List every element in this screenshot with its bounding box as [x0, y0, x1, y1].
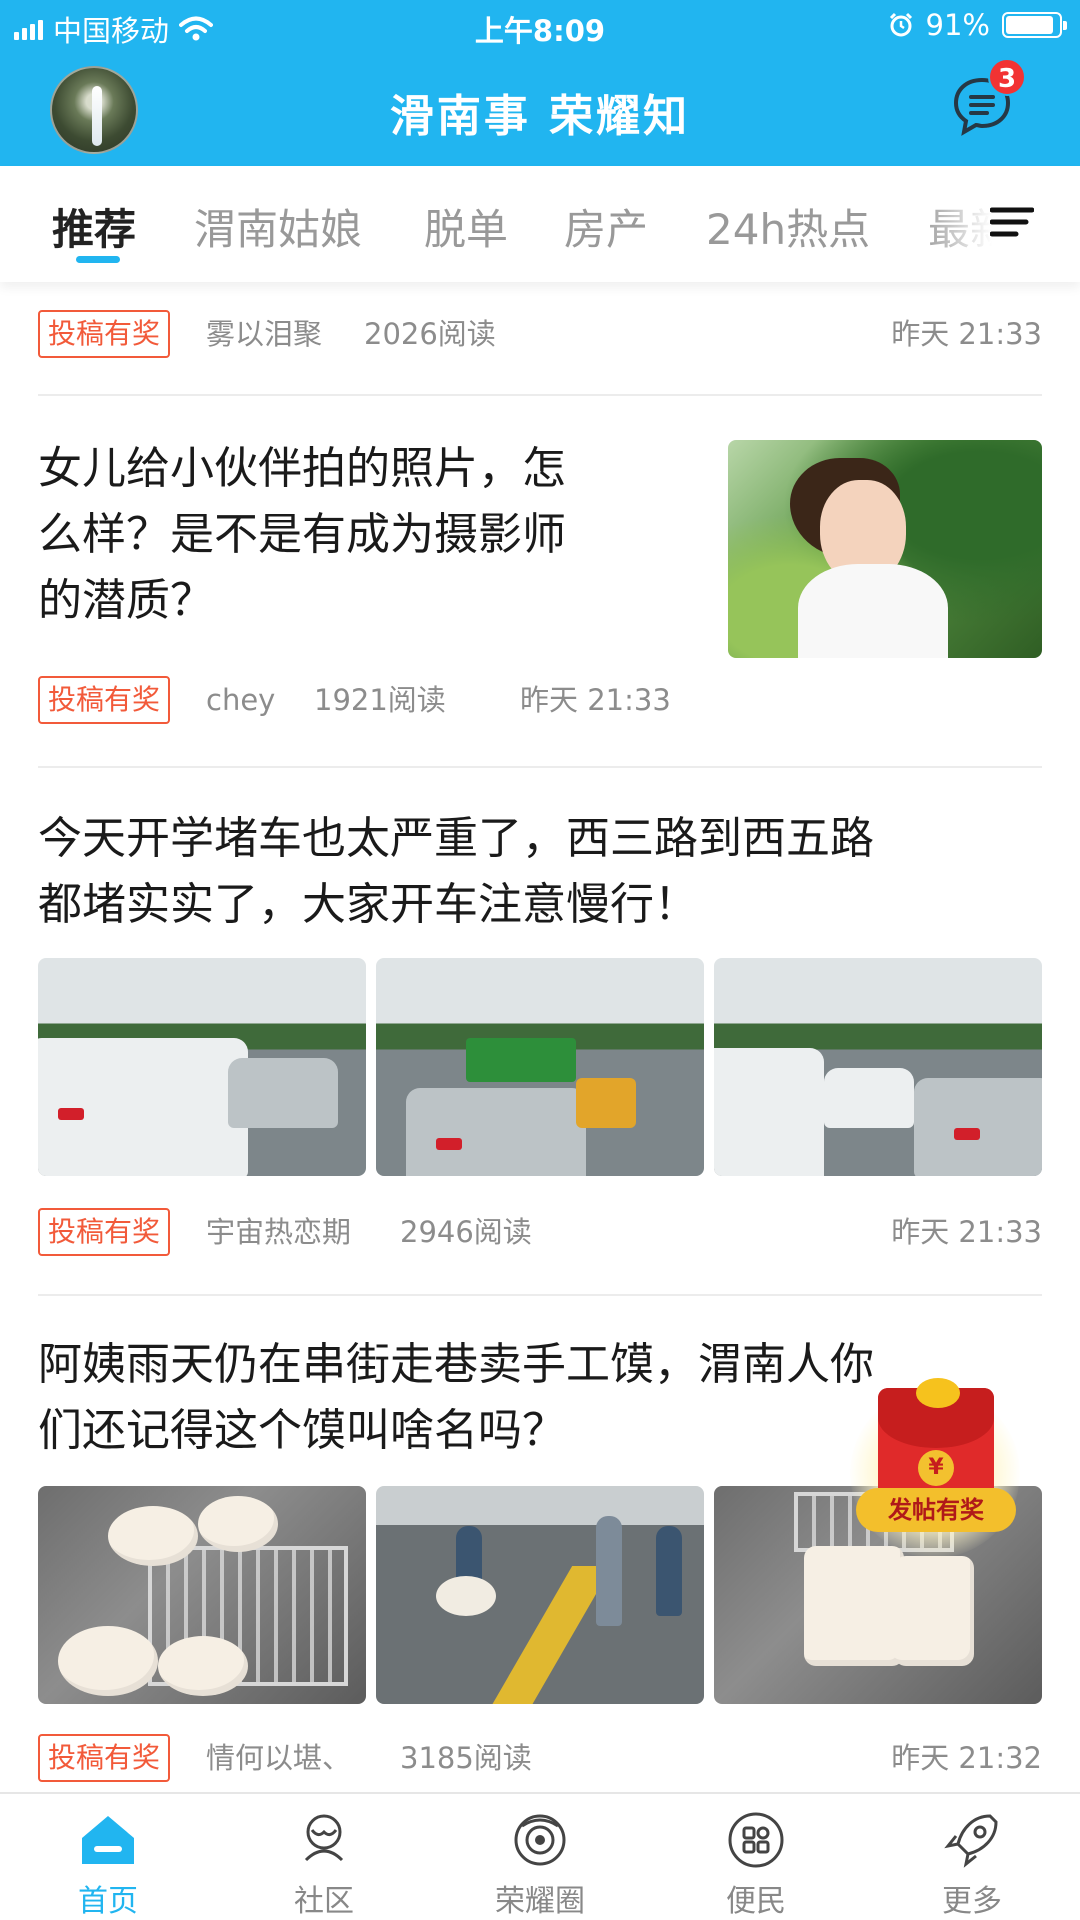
- tab-dating[interactable]: 脱单: [424, 196, 508, 257]
- post-time: 昨天 21:33: [891, 317, 1042, 351]
- post-reads: 1921阅读: [314, 683, 446, 717]
- reward-tag: 投稿有奖: [38, 676, 171, 724]
- yuan-icon: ¥: [918, 1450, 954, 1486]
- post-image[interactable]: [38, 958, 366, 1176]
- nav-label: 社区: [294, 1884, 354, 1919]
- coin-icon: [916, 1378, 960, 1408]
- post-author[interactable]: 情何以堪、: [206, 1734, 351, 1782]
- post-image[interactable]: [376, 1486, 704, 1704]
- alarm-icon: [889, 12, 912, 37]
- divider: [38, 394, 1042, 396]
- post-reads: 2946阅读: [400, 1215, 532, 1249]
- post-thumbnail[interactable]: [728, 440, 1042, 658]
- post-meta: 投稿有奖 雾以泪聚 2026阅读 昨天 21:33: [38, 310, 1042, 358]
- bottom-navigation: 首页 社区 荣耀圈 便民 更多: [0, 1792, 1080, 1920]
- nav-label: 首页: [78, 1884, 138, 1919]
- app-title: 滑南事 荣耀知: [389, 91, 691, 142]
- post-title-line: 都堵实实了，大家开车注意慢行！: [38, 879, 698, 930]
- active-tab-indicator: [76, 256, 120, 263]
- post-meta: 投稿有奖 情何以堪、 3185阅读 昨天 21:32: [38, 1734, 1042, 1782]
- tab-real-estate[interactable]: 房产: [564, 196, 648, 257]
- post-title-line: 今天开学堵车也太严重了，西三路到西五路: [38, 813, 874, 864]
- services-grid-icon: [728, 1812, 784, 1868]
- category-tabs: 推荐 渭南姑娘 脱单 房产 24h热点 最新: [0, 166, 1080, 282]
- post-time: 昨天 21:33: [520, 683, 671, 717]
- home-icon: [82, 1816, 134, 1864]
- post-title-line: 么样？是不是有成为摄影师: [38, 509, 566, 560]
- post-author[interactable]: chey: [206, 676, 275, 724]
- post-title-line: 的潜质？: [38, 575, 214, 626]
- post-reward-promo[interactable]: ¥ 发帖有奖: [850, 1378, 1020, 1558]
- circle-icon: [514, 1814, 566, 1866]
- post-time: 昨天 21:33: [891, 1215, 1042, 1249]
- status-bar: 中国移动 上午8:09 91%: [0, 0, 1080, 54]
- post-title-line: 女儿给小伙伴拍的照片，怎: [38, 443, 566, 494]
- post-image[interactable]: [376, 958, 704, 1176]
- nav-honor-circle[interactable]: 荣耀圈: [432, 1794, 648, 1920]
- post-time: 昨天 21:32: [891, 1741, 1042, 1775]
- nav-services[interactable]: 便民: [648, 1794, 864, 1920]
- unread-badge: 3: [988, 58, 1026, 96]
- post-image[interactable]: [714, 958, 1042, 1176]
- nav-label: 更多: [942, 1884, 1002, 1919]
- post-reads: 2026阅读: [364, 317, 496, 351]
- nav-label: 便民: [726, 1884, 786, 1919]
- post-meta: 投稿有奖 宇宙热恋期 2946阅读 昨天 21:33: [38, 1208, 1042, 1256]
- post-image[interactable]: [38, 1486, 366, 1704]
- post-reads: 3185阅读: [400, 1741, 532, 1775]
- tab-24h-hot[interactable]: 24h热点: [706, 196, 870, 257]
- post-title[interactable]: 女儿给小伙伴拍的照片，怎 么样？是不是有成为摄影师 的潜质？: [38, 436, 678, 634]
- system-indicators: 91%: [888, 8, 1067, 42]
- nav-home[interactable]: 首页: [0, 1794, 216, 1920]
- reward-tag: 投稿有奖: [38, 1734, 171, 1782]
- post-author[interactable]: 宇宙热恋期: [206, 1208, 351, 1256]
- tab-menu-icon[interactable]: [990, 206, 1034, 238]
- post-title[interactable]: 今天开学堵车也太严重了，西三路到西五路 都堵实实了，大家开车注意慢行！: [38, 806, 1042, 938]
- divider: [38, 766, 1042, 768]
- reward-tag: 投稿有奖: [38, 310, 171, 358]
- post-meta: 投稿有奖 chey 1921阅读 昨天 21:33: [38, 676, 1042, 724]
- divider: [38, 1294, 1042, 1296]
- reward-tag: 投稿有奖: [38, 1208, 171, 1256]
- promo-label: 发帖有奖: [856, 1488, 1016, 1532]
- post-author[interactable]: 雾以泪聚: [206, 310, 322, 358]
- battery-percent: 91%: [925, 8, 990, 42]
- nav-more[interactable]: 更多: [864, 1794, 1080, 1920]
- rocket-icon: [944, 1814, 998, 1868]
- tab-recommended[interactable]: 推荐: [52, 196, 136, 257]
- tab-weinan-girls[interactable]: 渭南姑娘: [194, 196, 362, 257]
- battery-icon: [1002, 12, 1067, 38]
- nav-label: 荣耀圈: [495, 1884, 585, 1919]
- nav-community[interactable]: 社区: [216, 1794, 432, 1920]
- app-header: 中国移动 上午8:09 91% 滑南事 荣耀知 3: [0, 0, 1080, 166]
- community-icon: [304, 1814, 344, 1862]
